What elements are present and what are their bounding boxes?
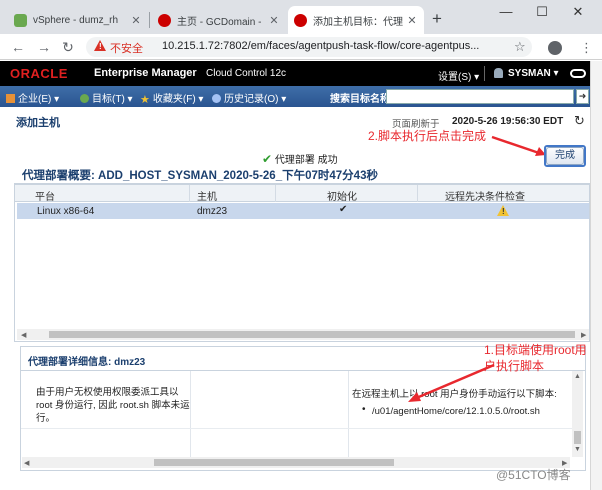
- user-icon: [494, 68, 503, 78]
- oracle-favicon-icon: [158, 13, 171, 27]
- details-hscroll-thumb[interactable]: [154, 459, 394, 466]
- scroll-up-arrow-icon[interactable]: ▲: [574, 373, 581, 380]
- close-window-icon[interactable]: ✕: [568, 4, 588, 20]
- prereq-warning-icon[interactable]: !: [497, 205, 509, 216]
- annotation-step-2: 2.脚本执行后点击完成: [368, 129, 487, 143]
- new-tab-button[interactable]: +: [432, 9, 442, 29]
- scroll-left-arrow-icon[interactable]: ◀: [24, 459, 29, 467]
- column-header-prereq[interactable]: 远程先决条件检查: [445, 188, 525, 203]
- scroll-right-arrow-icon[interactable]: ▶: [581, 331, 586, 339]
- em-header: ORACLE Enterprise Manager Cloud Control …: [0, 61, 590, 86]
- column-divider: [417, 185, 418, 202]
- nav-label: 企业(E) ▾: [18, 94, 60, 105]
- logout-pill-icon[interactable]: [570, 69, 586, 78]
- product-edition: Cloud Control 12c: [206, 68, 287, 79]
- bookmark-star-icon[interactable]: ☆: [514, 39, 526, 55]
- nav-favorites-menu[interactable]: ★ 收藏夹(F) ▾: [140, 90, 204, 106]
- details-vertical-scrollbar[interactable]: [572, 371, 583, 457]
- close-tab-icon[interactable]: ✕: [406, 14, 418, 27]
- details-row-divider: [21, 428, 572, 429]
- header-divider: [484, 66, 485, 81]
- column-header-init[interactable]: 初始化: [327, 188, 357, 203]
- back-arrow-icon[interactable]: ←: [10, 39, 26, 55]
- nav-label: 收藏夹(F) ▾: [152, 94, 204, 105]
- tab-title: vSphere - dumz_rh: [33, 14, 119, 26]
- nav-targets-menu[interactable]: 目标(T) ▾: [80, 90, 133, 105]
- nav-label: 目标(T) ▾: [92, 94, 133, 105]
- cell-platform: Linux x86-64: [37, 206, 95, 217]
- nav-history-menu[interactable]: 历史记录(O) ▾: [212, 90, 286, 105]
- search-target-input[interactable]: [386, 89, 574, 104]
- reload-icon[interactable]: ↻: [60, 39, 76, 55]
- details-column-divider: [190, 371, 191, 457]
- details-column-divider: [348, 371, 349, 457]
- details-message: 由于用户无权使用权限委派工具以 root 身份运行, 因此 root.sh 脚本…: [36, 387, 190, 424]
- watermark: @51CTO博客: [496, 468, 571, 482]
- right-window-strip: [590, 61, 602, 490]
- bullet: •: [362, 404, 366, 415]
- warning-triangle-icon[interactable]: !: [94, 40, 106, 51]
- insecure-label[interactable]: 不安全: [110, 40, 143, 56]
- deployment-summary-title: 代理部署概要: ADD_HOST_SYSMAN_2020-5-26_下午07时4…: [22, 170, 378, 182]
- init-success-check-icon: ✔: [339, 204, 348, 215]
- minimize-window-icon[interactable]: —: [496, 4, 516, 19]
- annotation-arrow-done: [491, 135, 546, 156]
- browser-tab-home[interactable]: 主页 - GCDomain - ✕: [152, 6, 286, 34]
- url-text[interactable]: 10.215.1.72:7802/em/faces/agentpush-task…: [162, 40, 479, 52]
- maximize-window-icon[interactable]: ☐: [532, 4, 552, 20]
- close-tab-icon[interactable]: ✕: [130, 14, 142, 27]
- product-name: Enterprise Manager: [94, 67, 197, 79]
- tab-title: 主页 - GCDomain -: [177, 16, 262, 28]
- refresh-icon[interactable]: ↻: [574, 113, 585, 129]
- target-icon: [80, 94, 89, 103]
- search-target-label: 搜索目标名称: [330, 94, 390, 105]
- browser-tab-vsphere[interactable]: vSphere - dumz_rh ✕: [8, 6, 148, 34]
- browser-tab-add-host[interactable]: 添加主机目标：代理 ✕: [288, 6, 424, 34]
- favorites-star-icon: ★: [140, 94, 150, 106]
- status-text: 代理部署 成功: [274, 155, 338, 166]
- user-menu[interactable]: SYSMAN ▾: [508, 68, 559, 79]
- deployment-status: ✔ 代理部署 成功: [262, 151, 338, 166]
- scroll-down-arrow-icon[interactable]: ▼: [574, 446, 581, 453]
- scroll-left-arrow-icon[interactable]: ◀: [21, 331, 26, 339]
- forward-arrow-icon[interactable]: →: [36, 39, 52, 55]
- account-avatar-icon[interactable]: [548, 41, 562, 55]
- address-bar[interactable]: ! 不安全 10.215.1.72:7802/em/faces/agentpus…: [86, 37, 532, 57]
- browser-menu-icon[interactable]: ⋮: [580, 40, 593, 56]
- details-title: 代理部署详细信息: dmz23: [28, 357, 146, 368]
- column-divider: [275, 185, 276, 202]
- oracle-favicon-icon: [294, 13, 307, 27]
- success-check-icon: ✔: [262, 152, 273, 166]
- close-tab-icon[interactable]: ✕: [268, 14, 280, 27]
- annotation-step-1: 1.目标端使用root用户执行脚本: [484, 343, 587, 373]
- vsphere-favicon-icon: [14, 13, 27, 27]
- oracle-logo: ORACLE: [10, 66, 68, 81]
- table-scroll-thumb[interactable]: [49, 331, 575, 338]
- search-go-arrow-icon[interactable]: ➜: [576, 89, 589, 104]
- column-header-host[interactable]: 主机: [197, 188, 217, 203]
- page-refresh-time: 2020-5-26 19:56:30 EDT: [452, 116, 564, 127]
- done-button[interactable]: 完成: [546, 147, 584, 165]
- tab-title: 添加主机目标：代理: [313, 16, 403, 28]
- root-script-path: /u01/agentHome/core/12.1.0.5.0/root.sh: [372, 406, 540, 417]
- deployment-summary-table: 平台 主机 初始化 远程先决条件检查 Linux x86-64 dmz23 ✔ …: [14, 184, 590, 342]
- column-header-platform[interactable]: 平台: [35, 188, 55, 203]
- nav-enterprise-menu[interactable]: 企业(E) ▾: [6, 90, 59, 105]
- enterprise-icon: [6, 94, 15, 103]
- browser-toolbar: ← → ↻ ! 不安全 10.215.1.72:7802/em/faces/ag…: [0, 34, 602, 60]
- column-divider: [189, 185, 190, 202]
- page-title: 添加主机: [16, 117, 60, 129]
- annotation-arrow-script: [408, 363, 495, 402]
- details-vscroll-thumb[interactable]: [574, 431, 581, 444]
- setup-menu[interactable]: 设置(S) ▾: [438, 68, 479, 83]
- history-clock-icon: [212, 94, 221, 103]
- cell-host: dmz23: [197, 206, 228, 217]
- table-header: 平台 主机 初始化 远程先决条件检查: [15, 185, 589, 203]
- tab-divider: [149, 12, 150, 28]
- nav-label: 历史记录(O) ▾: [224, 94, 287, 105]
- em-navbar: 企业(E) ▾ 目标(T) ▾ ★ 收藏夹(F) ▾ 历史记录(O) ▾ 搜索目标…: [0, 86, 590, 107]
